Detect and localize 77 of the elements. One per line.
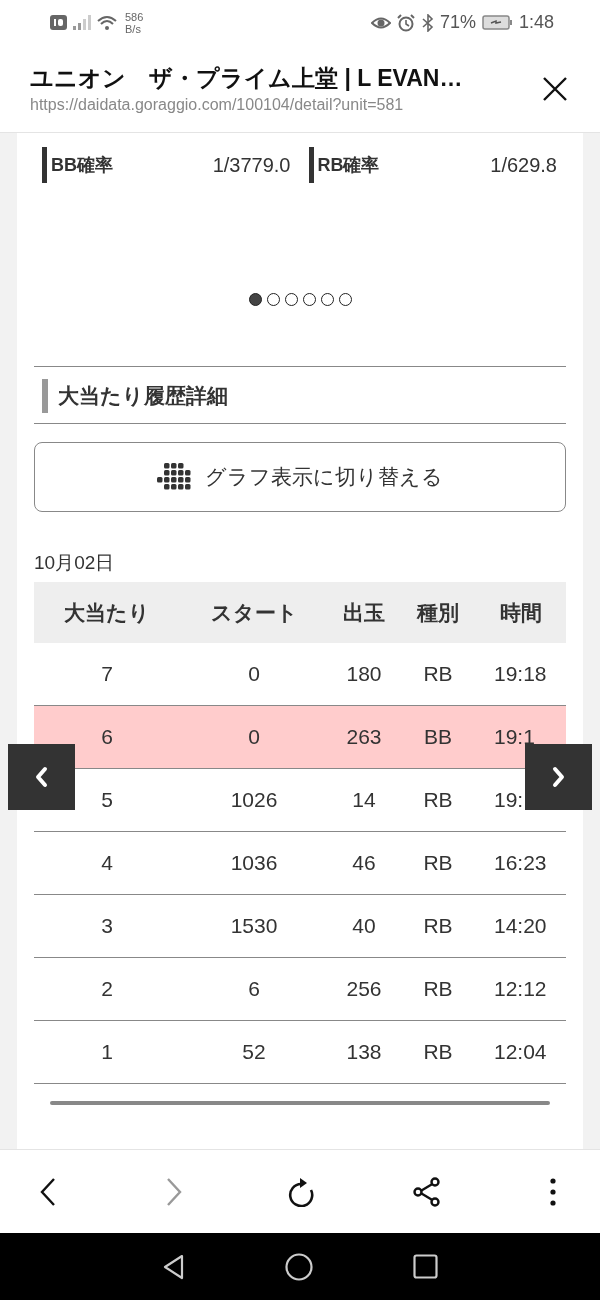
table-cell: RB	[423, 662, 453, 686]
chevron-left-icon	[34, 766, 49, 788]
stat-value: 1/629.8	[490, 153, 557, 177]
table-cell: RB	[423, 851, 453, 875]
recents-icon[interactable]	[413, 1254, 438, 1279]
table-cell-text: 19:	[494, 788, 525, 812]
column-header: 大当たり	[63, 599, 151, 626]
table-cell: 4	[101, 851, 113, 875]
carousel-dot[interactable]	[248, 293, 262, 306]
table-cell: 46	[352, 851, 376, 875]
column-header: スタート	[209, 599, 299, 626]
table-cell: 3	[101, 914, 113, 938]
carousel-dot[interactable]	[320, 293, 334, 306]
back-icon[interactable]	[38, 1176, 58, 1207]
table-cell: 138	[346, 1040, 382, 1064]
table-cell: 52	[242, 1040, 266, 1064]
table-cell: BB	[424, 725, 452, 749]
stat-value: 1/3779.0	[212, 153, 291, 177]
chevron-right-icon	[551, 766, 566, 788]
clock-time: 1:48	[518, 12, 554, 33]
table-cell: 1	[101, 1040, 113, 1064]
column-header: 出玉	[342, 599, 386, 626]
hd-icon	[50, 15, 67, 30]
page-url: https://daidata.goraggio.com/100104/detail?unit=581	[30, 96, 405, 114]
previous-button[interactable]	[8, 744, 75, 810]
close-icon[interactable]	[542, 75, 568, 102]
table-cell: 6	[248, 977, 260, 1001]
carousel-dot[interactable]	[302, 293, 316, 306]
table-cell: RB	[423, 788, 453, 812]
table-cell: RB	[423, 914, 453, 938]
table-cell: 5	[101, 788, 113, 812]
table-cell: 7	[101, 662, 113, 686]
table-cell: 1036	[230, 851, 278, 875]
wifi-icon	[97, 14, 117, 31]
signal-icon	[73, 15, 91, 30]
carousel-dot[interactable]	[338, 293, 352, 306]
table-cell: 180	[346, 662, 382, 686]
table-cell: 40	[352, 914, 376, 938]
table-cell-text: 19:1	[494, 725, 536, 749]
network-speed: 586	[125, 10, 144, 23]
next-button[interactable]	[525, 744, 592, 810]
table-cell: 0	[248, 725, 260, 749]
stat-label: BB確率	[51, 154, 113, 177]
table-cell: 1026	[230, 788, 278, 812]
speed-unit: B/s	[125, 22, 142, 35]
section-title: 大当たり履歴詳細	[42, 379, 558, 413]
more-menu-icon[interactable]	[549, 1176, 557, 1207]
carousel-dot[interactable]	[284, 293, 298, 306]
grid-icon	[157, 463, 191, 491]
table-cell: 12:04	[494, 1040, 548, 1064]
bluetooth-icon	[420, 13, 434, 32]
nav-back-icon[interactable]	[162, 1253, 185, 1280]
table-cell: 256	[346, 977, 382, 1001]
date-label: 10月02日	[34, 551, 116, 575]
home-icon[interactable]	[285, 1252, 313, 1281]
table-cell: RB	[423, 1040, 453, 1064]
table-cell: 12:12	[494, 977, 548, 1001]
share-icon[interactable]	[411, 1176, 442, 1207]
carousel-dot[interactable]	[266, 293, 280, 306]
page-title: ユニオン ザ・プライム上堂 | L EVAN…	[30, 64, 463, 93]
table-cell: RB	[423, 977, 453, 1001]
table-cell: 14	[352, 788, 376, 812]
battery-percent: 71%	[439, 12, 476, 33]
alarm-icon	[396, 13, 415, 32]
table-cell: 14:20	[494, 914, 548, 938]
graph-toggle-button[interactable]: グラフ表示に切り替える	[34, 442, 566, 512]
table-cell: 0	[248, 662, 260, 686]
battery-icon	[481, 15, 513, 30]
column-header: 種別	[415, 599, 460, 626]
table-cell: 6	[101, 725, 113, 749]
table-cell: 263	[346, 725, 382, 749]
stat-label: RB確率	[317, 154, 380, 177]
table-cell: 2	[101, 977, 113, 1001]
column-header: 時間	[499, 599, 543, 626]
table-cell: 1530	[230, 914, 278, 938]
table-cell: 16:23	[494, 851, 548, 875]
table-cell: 19:18	[494, 662, 548, 686]
